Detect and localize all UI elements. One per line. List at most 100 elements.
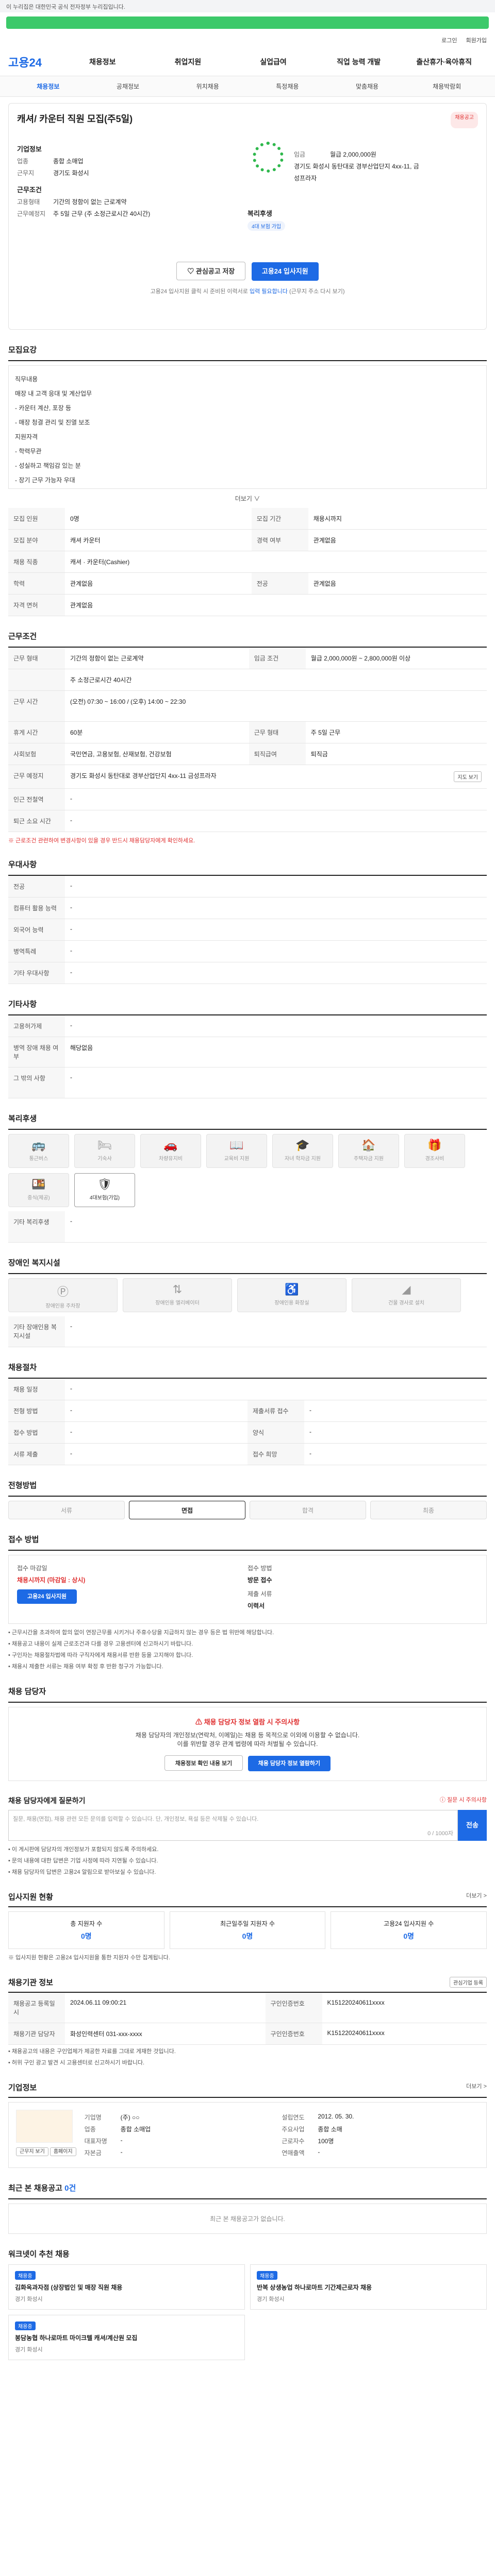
- question-textarea[interactable]: 질문, 채용(면접), 채용 관련 모든 문의를 입력할 수 있습니다. 단, …: [8, 1810, 458, 1841]
- view-info-button[interactable]: 채용정보 확인 내용 보기: [164, 1755, 243, 1771]
- disabled-extra: 기타 장애인용 복지시설 -: [8, 1316, 487, 1347]
- kv-value: -: [318, 2148, 320, 2156]
- cell-label: 학력: [8, 572, 65, 595]
- recruit-line: 직무내용: [15, 376, 38, 383]
- welfare-tile: 🎁 경조사비: [404, 1134, 465, 1168]
- apply-note: • 구인자는 채용절차법에 따라 구직자에게 채용서류 반환 등을 고지해야 합…: [8, 1652, 193, 1658]
- apply-button-2[interactable]: 고용24 입사지원: [17, 1589, 77, 1604]
- location-button[interactable]: 근무지 보기: [16, 2147, 48, 2156]
- company-more-link[interactable]: 더보기 >: [466, 2082, 487, 2093]
- process-steps: 서류 면접 합격 최종: [8, 1501, 487, 1519]
- cell-label: 휴게 시간: [8, 721, 65, 743]
- cell-value: 국민연금, 고용보험, 산재보험, 건강보험: [65, 743, 249, 765]
- process-step-active: 면접: [129, 1501, 245, 1519]
- apply-box: 접수 마감일 채용시까지 (마감일 : 상시) 고용24 입사지원 접수 방법 …: [8, 1555, 487, 1624]
- favorite-company-button[interactable]: 관심기업 등록: [450, 1977, 487, 1988]
- apply-note: • 채용시 제출한 서류는 채용 여부 확정 후 반환 청구가 가능합니다.: [8, 1664, 163, 1670]
- cell-value: 관계없음: [65, 594, 487, 616]
- gnb-item[interactable]: 채용정보: [60, 57, 145, 67]
- gnb-item[interactable]: 실업급여: [230, 57, 316, 67]
- cell-label: 경력 여부: [251, 529, 308, 551]
- cell-label: 모집 분야: [8, 529, 65, 551]
- disabled-tile-label: 장애인용 화장실: [274, 1300, 309, 1306]
- ask-hint[interactable]: ⓘ 질문 시 주의사항: [440, 1795, 487, 1806]
- stat-label: 총 지원자 수: [70, 1920, 103, 1927]
- cell-label: 접수 방법: [8, 1421, 65, 1444]
- welfare-tile-label: 주택자금 지원: [354, 1156, 384, 1162]
- process-step: 서류: [8, 1501, 125, 1519]
- kv-label: 업종: [17, 158, 29, 165]
- apply-button[interactable]: 고용24 입사지원: [251, 262, 319, 281]
- recruit-line: - 카운터 계산, 포장 등: [15, 404, 71, 412]
- subnav-item[interactable]: 채용정보: [8, 82, 88, 91]
- cell-value: 기간의 정함이 없는 근로계약: [65, 648, 249, 669]
- cell-value: 화성인력센터 031-xxx-xxxx: [65, 2023, 266, 2045]
- recommend-card[interactable]: 채용중 봉담농협 하나로마트 마이크텔 캐셔/계산원 모집 경기 화성시: [8, 2315, 245, 2360]
- stat-label: 최근일주일 지원자 수: [220, 1920, 275, 1927]
- subnav-item[interactable]: 맞춤채용: [327, 82, 407, 91]
- gnb-item[interactable]: 취업지원: [145, 57, 231, 67]
- book-icon: 📖: [229, 1139, 244, 1151]
- save-job-button[interactable]: ♡ 관심공고 저장: [176, 262, 246, 280]
- shield-icon: 🛡: [97, 1178, 112, 1191]
- kv-value: 종합 소매: [318, 2126, 342, 2133]
- cell-label: 제출서류 접수: [248, 1400, 304, 1422]
- ask-note: • 문의 내용에 대한 답변은 기업 사정에 따라 지연될 수 있습니다.: [8, 1858, 158, 1864]
- welfare-tile-label: 4대보험(가입): [89, 1195, 120, 1201]
- recommend-card[interactable]: 채용중 반복 상생농업 하나로마트 기간제근로자 채용 경기 화성시: [250, 2264, 487, 2310]
- cell-label: 근무 예정지: [8, 765, 65, 789]
- map-button[interactable]: 지도 보기: [454, 771, 482, 782]
- gnb-item[interactable]: 직업 능력 개발: [316, 57, 402, 67]
- open-contact-button[interactable]: 채용 담당자 정보 열람하기: [248, 1756, 331, 1771]
- cell-value: 2024.06.11 09:00:21: [65, 1993, 266, 2023]
- subnav-item[interactable]: 공채정보: [88, 82, 168, 91]
- subnav-item[interactable]: 위치채용: [168, 82, 248, 91]
- rec-location: 경기 화성시: [15, 2347, 43, 2353]
- apply-docs: 이력서: [248, 1602, 265, 1609]
- gnb-item[interactable]: 출산휴가·육아휴직: [401, 57, 487, 67]
- cell-label: 병역특례: [8, 940, 65, 962]
- recruit-line: 지원자격: [15, 433, 38, 440]
- restroom-icon: ♿: [285, 1282, 299, 1296]
- cell-label: 기타 우대사항: [8, 962, 65, 984]
- cell-label: 전공: [251, 572, 308, 595]
- related-empty: 최근 본 채용공고가 없습니다.: [8, 2204, 487, 2234]
- related-title: 최근 본 채용공고: [8, 2184, 62, 2193]
- cell-value: -: [65, 1211, 487, 1243]
- send-button[interactable]: 전송: [458, 1810, 487, 1841]
- section-title-stats: 입사지원 현황: [8, 1893, 53, 1902]
- cell-value: -: [65, 897, 487, 919]
- recommend-card[interactable]: 채용중 김화옥과자점 (상장법인 및 매장 직원 채용 경기 화성시: [8, 2264, 245, 2310]
- section-title-info: 채용기관 정보: [8, 1978, 53, 1987]
- cell-value: 주 5일 근무: [305, 721, 487, 743]
- cell-label: 채용기관 담당자: [8, 2023, 65, 2045]
- save-job-label: 관심공고 저장: [195, 267, 235, 275]
- char-count: 0 / 1000자: [427, 1831, 453, 1837]
- login-link[interactable]: 로그인: [441, 38, 457, 44]
- signup-link[interactable]: 회원가입: [466, 38, 487, 44]
- recruit-line: - 학력무관: [15, 448, 42, 455]
- address-text-2: 성프라자: [294, 175, 317, 182]
- more-button[interactable]: 더보기 ∨: [0, 494, 495, 503]
- cell-value: 경기도 화성시 동탄대로 경부산업단지 4xx-11 금성프라자 지도 보기: [65, 765, 487, 789]
- section-title-disabled: 장애인 복지시설: [8, 1258, 60, 1267]
- cell-value: K151220240611xxxx: [322, 1993, 487, 2023]
- subnav-item[interactable]: 특정채용: [248, 82, 327, 91]
- cell-value: -: [65, 1379, 487, 1400]
- cell-label: 기타 복리후생: [8, 1211, 65, 1243]
- subnav-item[interactable]: 채용박람회: [407, 82, 487, 91]
- search-input[interactable]: [6, 16, 489, 29]
- site-logo[interactable]: 고용24: [8, 54, 60, 70]
- welfare-tile: 🚗 차량유지비: [140, 1134, 201, 1168]
- homepage-button[interactable]: 홈페이지: [50, 2147, 76, 2156]
- gov-banner: 이 누리집은 대한민국 공식 전자정부 누리집입니다.: [0, 0, 495, 12]
- kv-label: 주요사업: [282, 2126, 305, 2133]
- gift-icon: 🎁: [427, 1139, 442, 1151]
- kv-value: 100명: [318, 2138, 334, 2145]
- info-note: • 채용공고의 내용은 구인업체가 제공한 자료를 그대로 게재한 것입니다.: [8, 2048, 176, 2055]
- welfare-extra: 기타 복리후생 -: [8, 1211, 487, 1243]
- info-table: 채용공고 등록일시 2024.06.11 09:00:21 구인인증번호 K15122…: [8, 1993, 487, 2045]
- stat-card: 총 지원자 수 0명: [8, 1911, 164, 1949]
- disabled-tiles: Ⓟ 장애인용 주차장 ⇅ 장애인용 엘리베이터 ♿ 장애인용 화장실 ◢ 건물 경사로 …: [8, 1278, 487, 1312]
- stats-more-link[interactable]: 더보기 >: [466, 1891, 487, 1902]
